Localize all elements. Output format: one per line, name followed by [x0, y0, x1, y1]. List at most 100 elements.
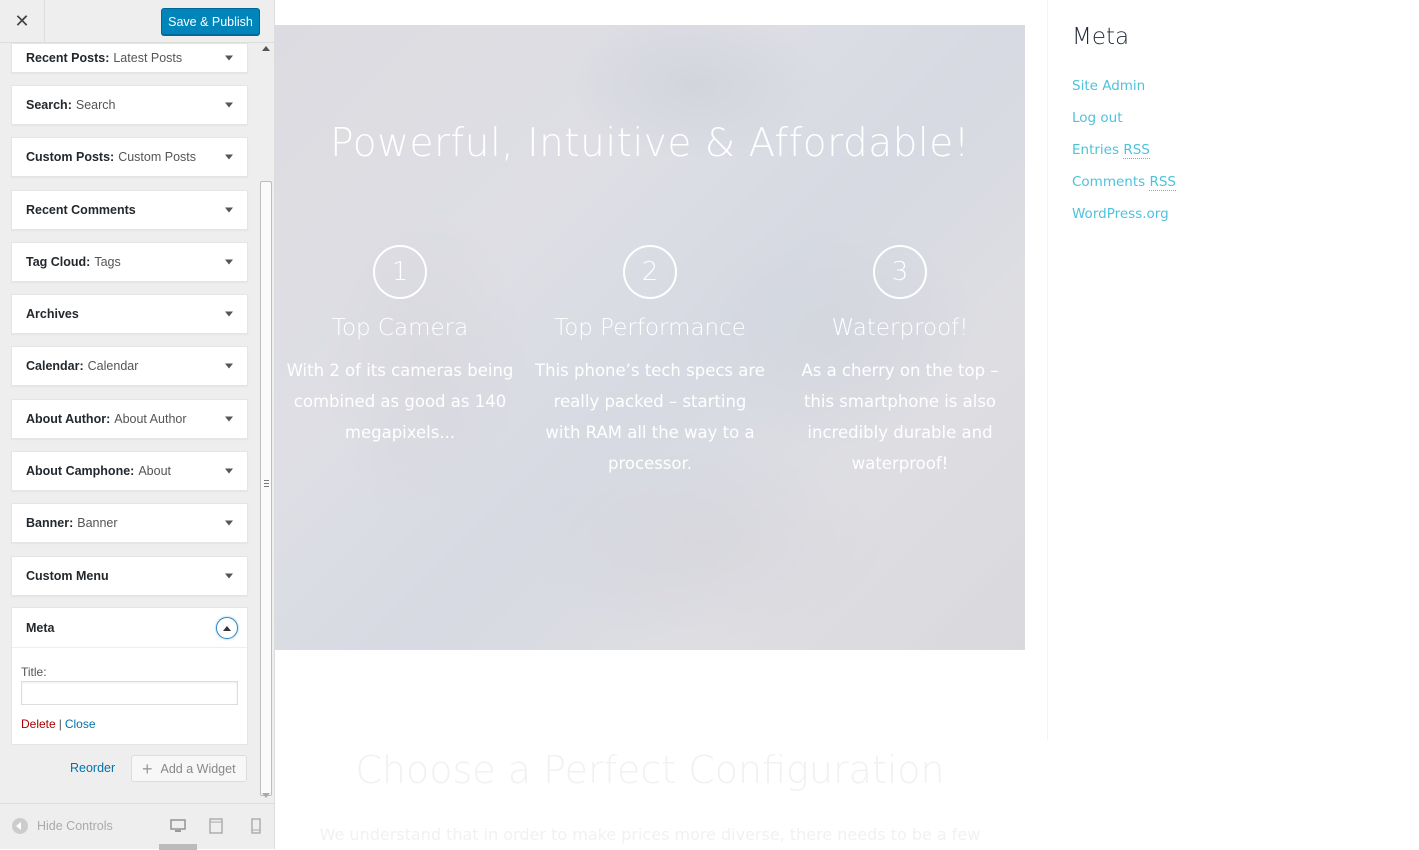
widget-about-camphone[interactable]: About Camphone: About: [11, 451, 248, 492]
expand-arrow-icon[interactable]: [225, 259, 233, 265]
scroll-down-arrow-icon[interactable]: [262, 793, 270, 798]
widget-meta-form: Title: Delete | Close: [12, 648, 247, 731]
expand-arrow-icon[interactable]: [225, 55, 233, 61]
widget-name: Recent Comments: [26, 202, 136, 217]
widget-name: Recent Posts:: [26, 51, 110, 65]
widget-custom-posts[interactable]: Custom Posts: Custom Posts: [11, 137, 248, 178]
log-out-link[interactable]: Log out: [1072, 110, 1176, 142]
site-admin-link[interactable]: Site Admin: [1072, 78, 1176, 110]
expand-arrow-icon[interactable]: [225, 520, 233, 526]
widget-name: About Camphone:: [26, 464, 135, 479]
add-widget-button[interactable]: + Add a Widget: [131, 755, 247, 782]
link-text[interactable]: Log out: [1072, 110, 1123, 126]
widget-search[interactable]: Search: Search: [11, 85, 248, 125]
widget-name: Archives: [26, 307, 79, 322]
feature-title: Top Performance: [554, 315, 746, 341]
widget-title: About Author: [114, 411, 187, 426]
hero-title: Powerful, Intuitive & Affordable!: [330, 121, 970, 166]
widget-recent-posts[interactable]: Recent Posts: Latest Posts: [11, 43, 248, 73]
close-link[interactable]: Close: [65, 717, 96, 731]
widget-name: Meta: [26, 620, 55, 635]
feature-number: 1: [373, 245, 427, 299]
meta-links-list: Site Admin Log out Entries RSS Comments …: [1072, 78, 1176, 238]
widget-title: Tags: [94, 254, 121, 269]
feature-title: Top Camera: [331, 315, 469, 341]
feature-description: With 2 of its cameras being combined as …: [286, 361, 514, 442]
tablet-preview-icon[interactable]: [208, 818, 224, 834]
link-text[interactable]: Comments: [1072, 174, 1149, 190]
widget-calendar[interactable]: Calendar: Calendar: [11, 346, 248, 387]
scroll-up-arrow-icon[interactable]: [262, 46, 270, 51]
widget-name: Tag Cloud:: [26, 254, 91, 269]
expand-arrow-icon[interactable]: [225, 363, 233, 369]
add-widget-label: Add a Widget: [160, 761, 236, 776]
feature-item: 3 Waterproof! As a cherry on the top – t…: [785, 245, 1015, 479]
link-text[interactable]: WordPress.org: [1072, 206, 1169, 222]
expand-arrow-icon[interactable]: [225, 102, 233, 108]
desktop-preview-icon[interactable]: [170, 818, 186, 834]
widget-archives[interactable]: Archives: [11, 294, 248, 335]
title-label: Title:: [21, 665, 47, 679]
rss-abbr[interactable]: RSS: [1149, 174, 1176, 191]
widget-about-author[interactable]: About Author: About Author: [11, 398, 248, 439]
feature-number: 2: [623, 245, 677, 299]
sidebar-scrollbar[interactable]: [258, 43, 274, 803]
scrollbar-thumb[interactable]: [260, 181, 272, 796]
widget-meta-header[interactable]: Meta: [12, 608, 247, 648]
widget-custom-menu[interactable]: Custom Menu: [11, 555, 248, 596]
section-text: We understand that in order to make pric…: [319, 825, 981, 844]
widget-title: About: [138, 464, 171, 479]
reorder-link[interactable]: Reorder: [70, 761, 115, 775]
expand-arrow-icon[interactable]: [225, 416, 233, 422]
expand-arrow-icon[interactable]: [225, 311, 233, 317]
widget-name: Custom Posts:: [26, 150, 115, 165]
comments-rss-link[interactable]: Comments RSS: [1072, 174, 1176, 206]
widget-tag-cloud[interactable]: Tag Cloud: Tags: [11, 241, 248, 282]
hide-controls-button[interactable]: Hide Controls: [12, 818, 113, 834]
widget-name: Search:: [26, 98, 72, 112]
wordpress-org-link[interactable]: WordPress.org: [1072, 206, 1176, 238]
link-text[interactable]: Site Admin: [1072, 78, 1145, 94]
expand-arrow-icon[interactable]: [225, 207, 233, 213]
mobile-preview-icon[interactable]: [248, 818, 264, 834]
section-title: Choose a Perfect Configuration: [355, 748, 945, 792]
customizer-sidebar: ✕ Save & Publish Recent Posts: Latest Po…: [0, 0, 275, 850]
widget-title: Banner: [77, 516, 118, 531]
close-icon[interactable]: ✕: [0, 0, 45, 43]
feature-description: This phone’s tech specs are really packe…: [535, 361, 765, 473]
widget-meta-expanded: Meta Title: Delete | Close: [11, 607, 248, 745]
site-preview: Powerful, Intuitive & Affordable! 1 Top …: [275, 0, 1419, 849]
title-input[interactable]: [21, 681, 238, 705]
widget-name: About Author:: [26, 411, 111, 426]
collapse-sidebar-icon: [12, 818, 28, 834]
expand-arrow-icon[interactable]: [225, 573, 233, 579]
widget-title: Latest Posts: [113, 51, 183, 65]
widget-banner[interactable]: Banner: Banner: [11, 503, 248, 544]
widget-name: Custom Menu: [26, 568, 109, 583]
customizer-footer: Hide Controls: [0, 803, 274, 850]
widget-name: Calendar:: [26, 359, 84, 374]
expand-arrow-icon[interactable]: [225, 154, 233, 160]
widget-name: Banner:: [26, 516, 74, 531]
widget-recent-comments[interactable]: Recent Comments: [11, 189, 248, 230]
expand-arrow-icon[interactable]: [225, 468, 233, 474]
link-text[interactable]: Entries: [1072, 142, 1123, 158]
widget-title: Custom Posts: [118, 150, 197, 165]
rss-abbr[interactable]: RSS: [1123, 142, 1150, 159]
features-hero: Powerful, Intuitive & Affordable! 1 Top …: [275, 25, 1025, 650]
delete-link[interactable]: Delete: [21, 717, 56, 731]
feature-item: 1 Top Camera With 2 of its cameras being…: [285, 245, 515, 448]
feature-number: 3: [873, 245, 927, 299]
entries-rss-link[interactable]: Entries RSS: [1072, 142, 1176, 174]
widget-title: Calendar: [87, 359, 139, 374]
plus-icon: +: [142, 758, 153, 779]
customizer-header: ✕ Save & Publish: [0, 0, 274, 43]
feature-description: As a cherry on the top – this smartphone…: [801, 361, 999, 473]
save-publish-button[interactable]: Save & Publish: [161, 8, 260, 35]
sidebar-widget-area: Meta Site Admin Log out Entries RSS Comm…: [1047, 0, 1419, 740]
grip-icon: [264, 480, 269, 487]
widget-actions: Delete | Close: [21, 717, 238, 731]
widget-list: Recent Posts: Latest Posts Search: Searc…: [11, 43, 248, 608]
collapse-arrow-icon[interactable]: [216, 617, 238, 639]
separator: |: [58, 717, 62, 731]
